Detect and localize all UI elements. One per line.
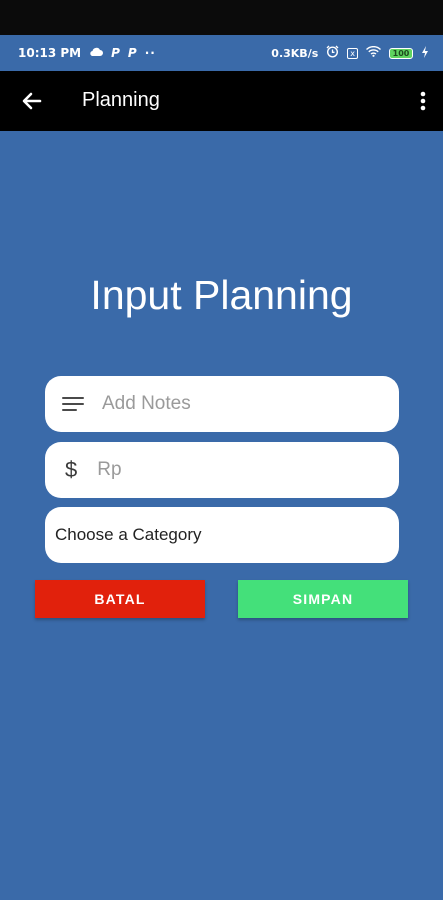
- more-vert-icon[interactable]: [417, 89, 429, 113]
- charging-icon: [421, 45, 429, 61]
- wifi-icon: [366, 45, 381, 60]
- p-icon: P: [111, 46, 120, 60]
- status-time: 10:13 PM: [18, 46, 82, 60]
- p-icon: P: [127, 46, 137, 60]
- status-bar: 10:13 PM P P ·· 0.3KB/s x 100: [0, 35, 443, 71]
- app-bar-title: Planning: [82, 89, 160, 111]
- top-band: [0, 0, 443, 35]
- sim-icon: x: [347, 47, 358, 59]
- battery-icon: 100: [389, 47, 413, 59]
- category-label[interactable]: Choose a Category: [55, 525, 201, 545]
- cloud-icon: [89, 46, 104, 60]
- more-dots-icon: ··: [144, 46, 156, 60]
- save-button[interactable]: SIMPAN: [238, 580, 408, 618]
- amount-input[interactable]: [95, 458, 350, 482]
- alarm-icon: [326, 45, 339, 61]
- notes-input[interactable]: [100, 392, 354, 416]
- arrow-back-icon[interactable]: [20, 89, 44, 113]
- notes-field[interactable]: [45, 376, 399, 432]
- cancel-button[interactable]: BATAL: [35, 580, 205, 618]
- page-title: Input Planning: [90, 272, 353, 318]
- category-select[interactable]: Choose a Category: [45, 507, 399, 563]
- status-left: 10:13 PM P P ··: [18, 46, 156, 60]
- network-speed: 0.3KB/s: [271, 46, 319, 60]
- notes-lines-icon: [62, 393, 84, 415]
- amount-field[interactable]: $: [45, 442, 399, 498]
- status-right: 0.3KB/s x 100: [271, 45, 429, 61]
- app-bar: Planning: [0, 71, 443, 131]
- dollar-icon: $: [65, 457, 78, 482]
